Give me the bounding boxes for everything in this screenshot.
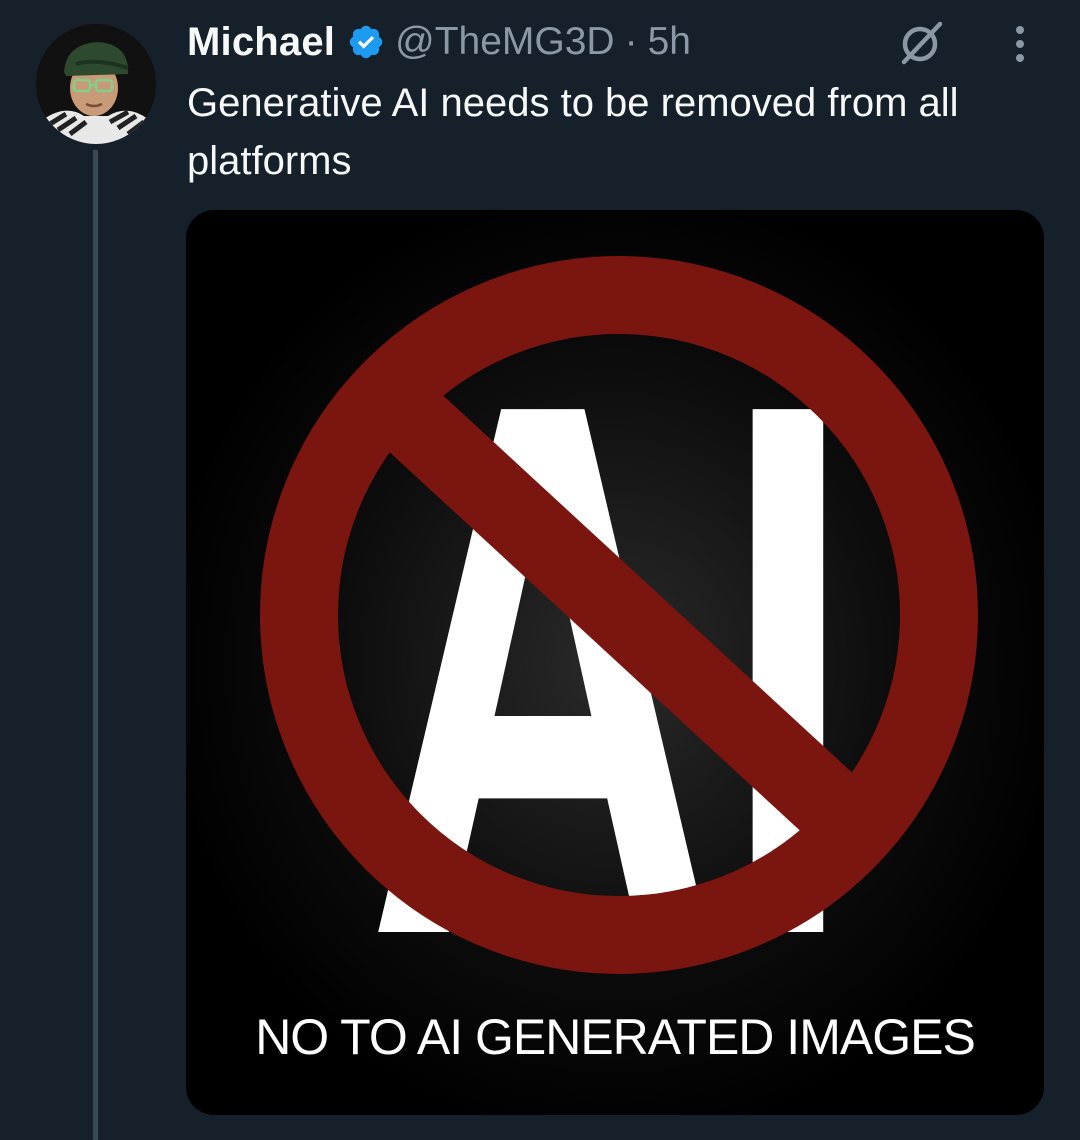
avatar[interactable] [36, 24, 156, 144]
media-caption: NO TO AI GENERATED IMAGES [255, 1009, 976, 1065]
tweet-media[interactable]: AI NO TO AI GENERATED IMAGES [186, 210, 1044, 1115]
author-name[interactable]: Michael [187, 20, 335, 65]
more-options-icon[interactable] [1006, 20, 1034, 68]
author-handle[interactable]: @TheMG3D [395, 20, 614, 64]
no-ai-sign: AI [260, 245, 978, 1094]
tweet-timestamp[interactable]: 5h [648, 20, 691, 64]
avatar-image [36, 24, 156, 144]
verified-badge-icon [347, 23, 385, 61]
tweet-text: Generative AI needs to be removed from a… [187, 81, 959, 183]
separator-dot: · [624, 20, 638, 63]
thread-line [93, 150, 98, 1140]
tweet-header: Michael @TheMG3D · 5h [187, 14, 691, 70]
grok-icon[interactable] [896, 16, 948, 68]
